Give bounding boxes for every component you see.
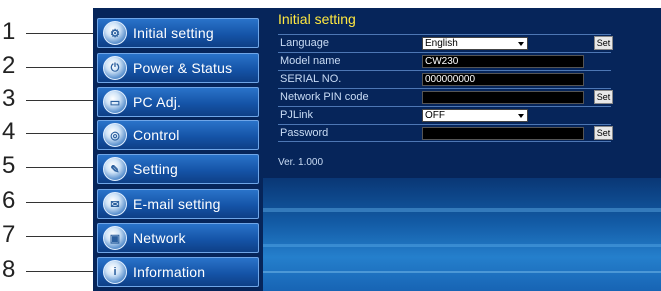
control-icon: ◎ [103,123,127,147]
language-set-button[interactable]: Set [594,36,613,50]
background-stripe [263,244,661,247]
callout-number: 4 [2,118,16,145]
callout-number: 8 [2,256,16,283]
leader-line [26,33,98,34]
sidebar-item-control[interactable]: ◎ Control [97,120,259,150]
sidebar-item-information[interactable]: i Information [97,257,259,287]
serial-no-label: SERIAL NO. [280,73,342,85]
callout-4: 4 [0,119,100,145]
password-row: Password Set [278,124,613,142]
sidebar-item-label: Control [133,127,180,143]
leader-line [26,167,98,168]
password-input[interactable] [422,127,584,140]
sidebar-item-initial-setting[interactable]: ⚙ Initial setting [97,18,259,48]
settings-content: Initial setting Language English Set Mod… [278,11,661,168]
model-name-value: CW230 [422,55,584,68]
network-icon: ▣ [103,226,127,250]
leader-line [26,100,98,101]
web-control-panel: ⚙ Initial setting ⏻ Power & Status ▭ PC … [93,8,661,291]
sidebar-item-setting[interactable]: ✎ Setting [97,154,259,184]
network-pin-row: Network PIN code Set [278,88,613,106]
language-select[interactable]: English [422,37,528,50]
callout-2: 2 [0,53,100,79]
page-title: Initial setting [278,11,356,27]
language-label: Language [280,37,329,49]
callout-number: 2 [2,52,16,79]
sidebar-item-label: Information [133,264,206,280]
sidebar-item-label: PC Adj. [133,94,182,110]
leader-line [26,67,98,68]
callout-number: 1 [2,18,16,45]
callout-number: 5 [2,152,16,179]
callout-7: 7 [0,222,100,248]
background-stripe [263,208,661,212]
info-icon: i [103,260,127,284]
callout-8: 8 [0,257,100,283]
model-name-row: Model name CW230 [278,52,611,70]
callout-5: 5 [0,153,100,179]
callout-1: 1 [0,19,100,45]
callout-6: 6 [0,188,100,214]
pjlink-value: OFF [425,110,445,121]
sidebar-item-power-status[interactable]: ⏻ Power & Status [97,53,259,83]
language-row: Language English Set [278,34,613,52]
power-icon: ⏻ [103,56,127,80]
wrench-icon: ✎ [103,157,127,181]
background-wave [263,178,661,291]
callout-3: 3 [0,86,100,112]
leader-line [26,271,98,272]
network-pin-input[interactable] [422,91,584,104]
callout-number: 7 [2,221,16,248]
version-text: Ver. 1.000 [278,157,324,168]
monitor-icon: ▭ [103,90,127,114]
background-stripe [263,271,661,273]
password-set-button[interactable]: Set [594,126,613,140]
serial-no-row: SERIAL NO. 000000000 [278,70,611,88]
leader-line [26,133,98,134]
password-label: Password [280,127,329,139]
network-pin-label: Network PIN code [280,91,369,103]
model-name-label: Model name [280,55,341,67]
serial-no-value: 000000000 [422,73,584,86]
sidebar-item-network[interactable]: ▣ Network [97,223,259,253]
pjlink-select[interactable]: OFF [422,109,528,122]
sidebar-item-label: Power & Status [133,60,233,76]
leader-line [26,202,98,203]
pjlink-label: PJLink [280,109,314,121]
language-value: English [425,38,458,49]
sidebar-item-label: Initial setting [133,25,214,41]
leader-line [26,236,98,237]
sidebar-item-label: Network [133,230,186,246]
callout-number: 6 [2,187,16,214]
callout-number: 3 [2,85,16,112]
chevron-down-icon [515,38,527,49]
chevron-down-icon [515,110,527,121]
sidebar-item-label: E-mail setting [133,196,221,212]
pjlink-row: PJLink OFF [278,106,611,124]
envelope-icon: ✉ [103,192,127,216]
network-pin-set-button[interactable]: Set [594,90,613,104]
setup-icon: ⚙ [103,21,127,45]
sidebar-item-pc-adj[interactable]: ▭ PC Adj. [97,87,259,117]
sidebar-item-email-setting[interactable]: ✉ E-mail setting [97,189,259,219]
sidebar-item-label: Setting [133,161,178,177]
